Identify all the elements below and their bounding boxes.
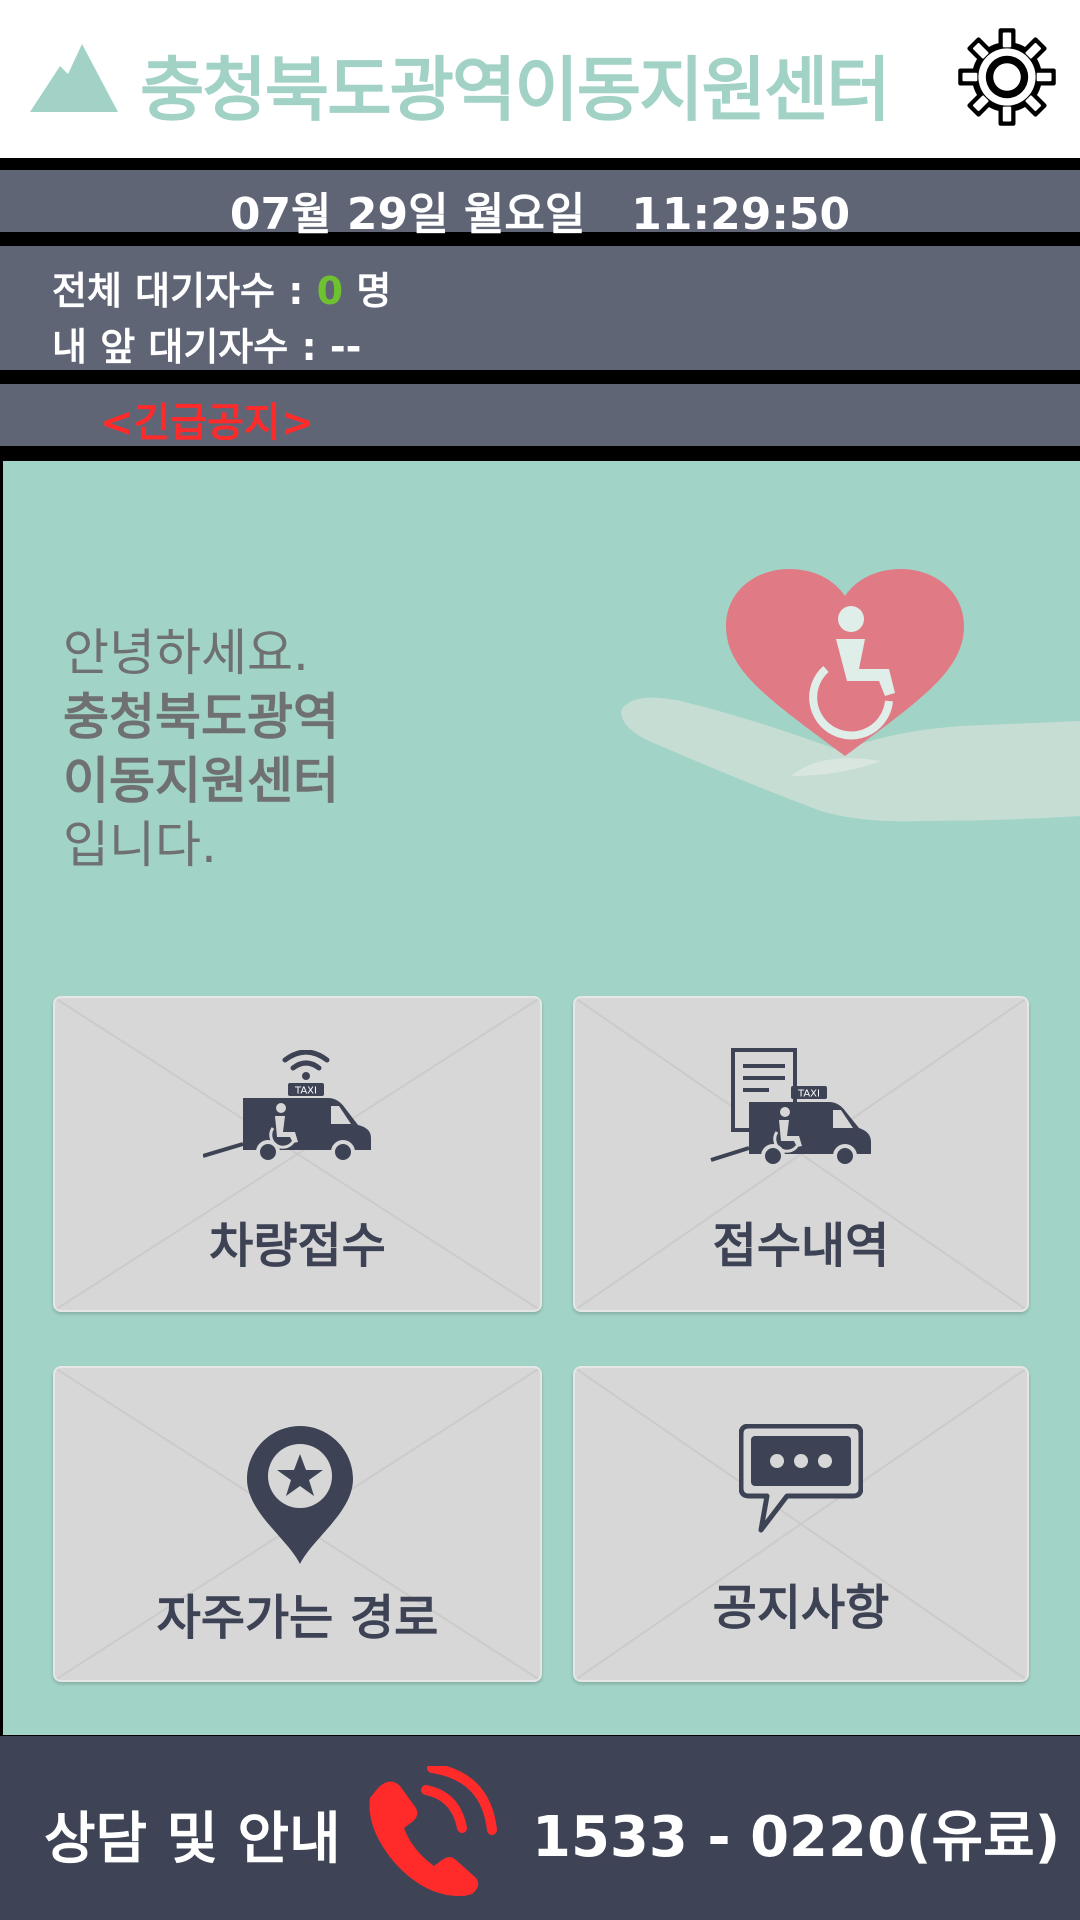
contact-phone-number[interactable]: 1533 - 0220(유료) [532, 1792, 1060, 1873]
total-waiting-unit: 명 [343, 269, 392, 313]
heart-hand-illustration [621, 569, 1080, 822]
menu-tile-vehicle-request[interactable]: TAXI 차량접수 [53, 996, 542, 1312]
datetime-bar: 07월 29일 월요일 11:29:50 [0, 170, 1080, 240]
total-waiting-label: 전체 대기자수 : [52, 269, 317, 313]
greeting-line-2: 충청북도광역 [63, 688, 339, 746]
mountain-icon [30, 44, 118, 112]
greeting-line-3: 이동지원센터 [63, 752, 339, 810]
gear-icon[interactable] [954, 24, 1060, 130]
total-waiting-count: 0 [316, 269, 344, 313]
taxi-request-icon: TAXI [203, 1050, 371, 1164]
app-title: 충청북도광역이동지원센터 [140, 49, 891, 131]
greeting-text: 안녕하세요. 충청북도광역 이동지원센터 입니다. [63, 621, 339, 877]
app-screen: 충청북도광역이동지원센터 07월 29일 월요일 11:29:50 전체 대기자… [0, 0, 1080, 1920]
emergency-notice-bar[interactable]: <긴급공지> [0, 384, 1080, 446]
menu-tile-notices[interactable]: 공지사항 [573, 1366, 1029, 1682]
contact-label: 상담 및 안내 [44, 1807, 341, 1872]
menu-tile-favorite-route[interactable]: 자주가는 경로 [53, 1366, 542, 1682]
datetime-text: 07월 29일 월요일 11:29:50 [229, 189, 851, 240]
request-history-icon: TAXI [710, 1048, 871, 1168]
favorite-location-icon [247, 1426, 353, 1564]
chat-bubble-icon [739, 1424, 863, 1533]
contact-footer[interactable]: 상담 및 안내 1533 - 0220(유료) [0, 1736, 1080, 1920]
phone-icon[interactable] [360, 1766, 500, 1896]
emergency-notice-text[interactable]: <긴급공지> [100, 390, 314, 448]
main-panel: 안녕하세요. 충청북도광역 이동지원센터 입니다. TAXI 차량접수 TAXI… [3, 461, 1080, 1735]
greeting-line-1: 안녕하세요. [63, 624, 309, 682]
menu-tile-label: 자주가는 경로 [156, 1590, 439, 1646]
svg-text:TAXI: TAXI [294, 1086, 317, 1097]
total-waiting-line: 전체 대기자수 : 0 명 [52, 260, 391, 315]
ahead-waiting-line: 내 앞 대기자수 : -- [52, 325, 362, 369]
greeting-line-4: 입니다. [63, 816, 217, 874]
app-header: 충청북도광역이동지원센터 [0, 0, 1080, 158]
menu-tile-request-history[interactable]: TAXI 접수내역 [573, 996, 1029, 1312]
waiting-info-bar: 전체 대기자수 : 0 명 내 앞 대기자수 : -- [0, 246, 1080, 370]
menu-tile-label: 공지사항 [712, 1580, 890, 1636]
svg-text:TAXI: TAXI [797, 1089, 820, 1100]
menu-tile-label: 접수내역 [712, 1218, 890, 1274]
menu-tile-label: 차량접수 [209, 1218, 386, 1274]
